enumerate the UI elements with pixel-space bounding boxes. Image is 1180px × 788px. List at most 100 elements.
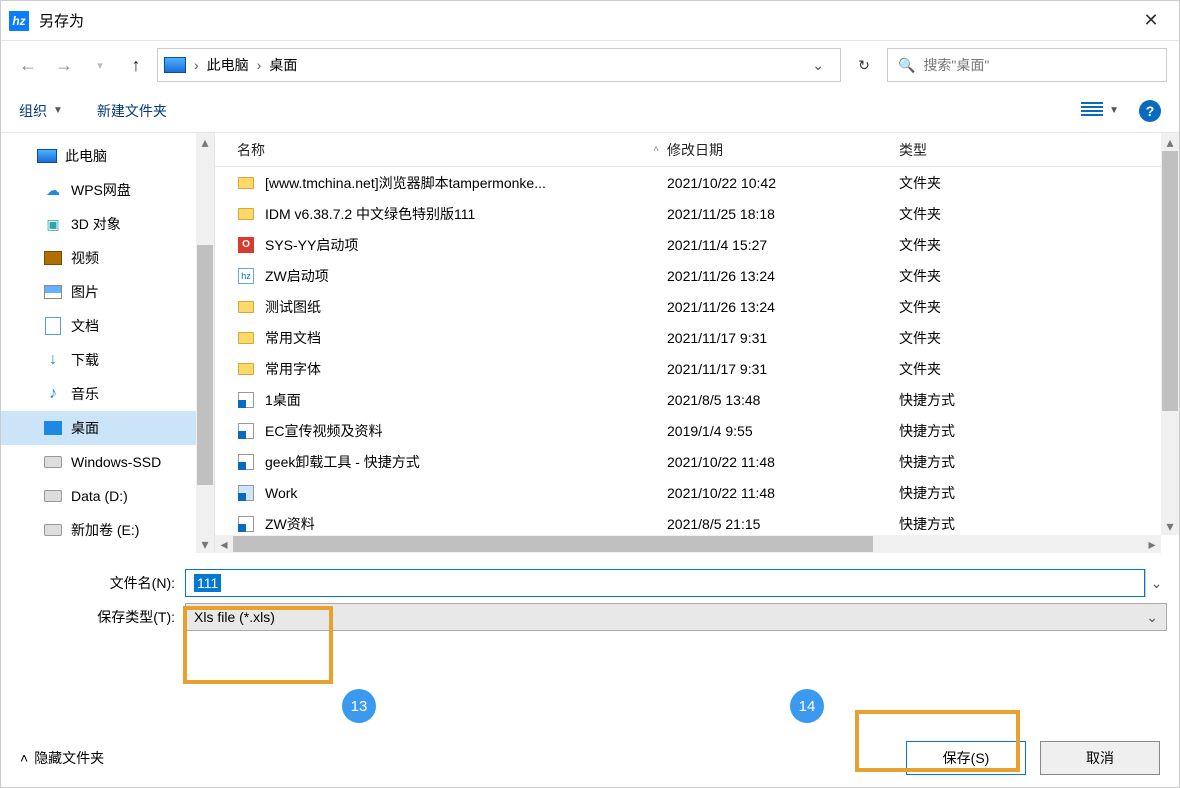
scroll-up-icon[interactable]: ▴ xyxy=(196,133,214,151)
organize-menu[interactable]: 组织 ▼ xyxy=(19,101,63,121)
file-row[interactable]: IDM v6.38.7.2 中文绿色特别版1112021/11/25 18:18… xyxy=(215,198,1179,229)
tree-item-wps[interactable]: ☁WPS网盘 xyxy=(1,173,196,207)
tree-item-doc[interactable]: 文档 xyxy=(1,309,196,343)
file-row[interactable]: hzZW启动项2021/11/26 13:24文件夹 xyxy=(215,260,1179,291)
file-row[interactable]: geek卸载工具 - 快捷方式 2021/10/22 11:48快捷方式 xyxy=(215,446,1179,477)
tree-item-music[interactable]: ♪音乐 xyxy=(1,377,196,411)
up-button[interactable]: ↑ xyxy=(121,50,151,80)
file-name: 测试图纸 xyxy=(265,297,321,317)
filename-dropdown-icon[interactable]: ⌄ xyxy=(1145,569,1167,597)
recent-dropdown-icon[interactable]: ▾ xyxy=(85,50,115,80)
file-scrollbar[interactable]: ▴ ▾ xyxy=(1161,133,1179,535)
sort-asc-icon: ˄ xyxy=(653,144,659,155)
file-type: 文件夹 xyxy=(899,266,1179,286)
file-row[interactable]: EC宣传视频及资料2019/1/4 9:55快捷方式 xyxy=(215,415,1179,446)
file-list: [www.tmchina.net]浏览器脚本tampermonke...2021… xyxy=(215,167,1179,535)
file-date: 2021/11/26 13:24 xyxy=(667,299,899,315)
hide-folders-label: 隐藏文件夹 xyxy=(34,748,104,768)
file-area: 名称 ˄ 修改日期 类型 [www.tmchina.net]浏览器脚本tampe… xyxy=(215,133,1179,553)
file-icon: O xyxy=(237,236,255,254)
crumb-desktop[interactable]: 桌面 xyxy=(269,55,297,75)
filetype-value: Xls file (*.xls) xyxy=(194,609,275,625)
file-row[interactable]: 常用文档2021/11/17 9:31文件夹 xyxy=(215,322,1179,353)
header-name[interactable]: 名称 ˄ xyxy=(237,140,667,160)
filetype-select[interactable]: Xls file (*.xls) ⌄ xyxy=(185,603,1167,631)
file-icon xyxy=(237,515,255,533)
file-row[interactable]: ZW资料2021/8/5 21:15快捷方式 xyxy=(215,508,1179,535)
filename-input[interactable]: 111 xyxy=(185,569,1145,597)
tree-item-pic[interactable]: 图片 xyxy=(1,275,196,309)
tree-item-label: 文档 xyxy=(71,316,99,336)
scroll-down-icon[interactable]: ▾ xyxy=(196,535,214,553)
cancel-button[interactable]: 取消 xyxy=(1040,741,1160,775)
tree-item-video[interactable]: 视频 xyxy=(1,241,196,275)
address-dropdown-icon[interactable]: ⌄ xyxy=(802,57,834,74)
list-view-icon xyxy=(1081,102,1103,120)
tree-item-label: 3D 对象 xyxy=(71,214,121,234)
address-bar[interactable]: › 此电脑 › 桌面 ⌄ xyxy=(157,48,841,82)
file-date: 2021/11/26 13:24 xyxy=(667,268,899,284)
scrollbar-thumb[interactable] xyxy=(233,536,873,552)
file-row[interactable]: 测试图纸2021/11/26 13:24文件夹 xyxy=(215,291,1179,322)
pc-icon xyxy=(37,149,57,163)
file-row[interactable]: 常用字体2021/11/17 9:31文件夹 xyxy=(215,353,1179,384)
back-button[interactable]: ← xyxy=(13,50,43,80)
file-row[interactable]: Work2021/10/22 11:48快捷方式 xyxy=(215,477,1179,508)
file-date: 2019/1/4 9:55 xyxy=(667,423,899,439)
view-options-button[interactable]: ▼ xyxy=(1081,102,1119,120)
file-row[interactable]: OSYS-YY启动项2021/11/4 15:27文件夹 xyxy=(215,229,1179,260)
tree-item-label: 音乐 xyxy=(71,384,99,404)
scroll-right-icon[interactable]: ▸ xyxy=(1143,535,1161,553)
tree-item-label: 图片 xyxy=(71,282,99,302)
file-name: geek卸载工具 - 快捷方式 xyxy=(265,452,420,472)
footer: ˄ 隐藏文件夹 保存(S) 取消 xyxy=(0,738,1180,778)
help-button[interactable]: ? xyxy=(1139,100,1161,122)
file-date: 2021/11/17 9:31 xyxy=(667,330,899,346)
toolbar: 组织 ▼ 新建文件夹 ▼ ? xyxy=(1,89,1179,133)
chevron-down-icon: ▼ xyxy=(1109,105,1119,116)
search-input[interactable]: 🔍 搜索"桌面" xyxy=(887,48,1167,82)
file-row[interactable]: [www.tmchina.net]浏览器脚本tampermonke...2021… xyxy=(215,167,1179,198)
tree-item-label: 新加卷 (E:) xyxy=(71,520,139,540)
tree-item-label: 此电脑 xyxy=(65,146,107,166)
file-icon xyxy=(237,484,255,502)
file-name: IDM v6.38.7.2 中文绿色特别版111 xyxy=(265,204,475,224)
horizontal-scrollbar[interactable]: ◂ ▸ xyxy=(215,535,1161,553)
scrollbar-thumb[interactable] xyxy=(197,245,213,485)
save-button[interactable]: 保存(S) xyxy=(906,741,1026,775)
tree-item-pc[interactable]: 此电脑 xyxy=(1,139,196,173)
tree-item-drive[interactable]: 新加卷 (E:) xyxy=(1,513,196,547)
file-type: 快捷方式 xyxy=(899,452,1179,472)
file-name: ZW启动项 xyxy=(265,266,329,286)
folder-tree: 此电脑 ☁WPS网盘▣3D 对象视频图片文档 ↓下载♪音乐桌面Windows-SSD… xyxy=(1,133,196,553)
pic-icon xyxy=(43,285,63,299)
close-button[interactable]: ✕ xyxy=(1131,6,1171,36)
tree-item-3d[interactable]: ▣3D 对象 xyxy=(1,207,196,241)
file-icon xyxy=(237,391,255,409)
new-folder-button[interactable]: 新建文件夹 xyxy=(97,101,167,121)
file-date: 2021/10/22 11:48 xyxy=(667,454,899,470)
hide-folders-toggle[interactable]: ˄ 隐藏文件夹 xyxy=(20,748,104,768)
tree-item-desk[interactable]: 桌面 xyxy=(1,411,196,445)
titlebar: hz 另存为 ✕ xyxy=(1,1,1179,41)
refresh-button[interactable]: ↻ xyxy=(847,48,881,82)
tree-item-drive[interactable]: Data (D:) xyxy=(1,479,196,513)
sidebar-scrollbar[interactable]: ▴ ▾ xyxy=(196,133,214,553)
header-date[interactable]: 修改日期 xyxy=(667,140,899,160)
header-type[interactable]: 类型 xyxy=(899,140,1179,160)
crumb-pc[interactable]: 此电脑 xyxy=(207,55,249,75)
scroll-down-icon[interactable]: ▾ xyxy=(1161,517,1179,535)
scrollbar-thumb[interactable] xyxy=(1162,151,1178,411)
app-icon: hz xyxy=(9,11,29,31)
scroll-left-icon[interactable]: ◂ xyxy=(215,535,233,553)
file-name: 常用文档 xyxy=(265,328,321,348)
scroll-up-icon[interactable]: ▴ xyxy=(1161,133,1179,151)
tree-item-dl[interactable]: ↓下载 xyxy=(1,343,196,377)
file-row[interactable]: 1桌面2021/8/5 13:48快捷方式 xyxy=(215,384,1179,415)
search-placeholder: 搜索"桌面" xyxy=(923,55,989,75)
file-date: 2021/8/5 21:15 xyxy=(667,516,899,532)
file-date: 2021/8/5 13:48 xyxy=(667,392,899,408)
save-label: 保存(S) xyxy=(943,748,990,768)
forward-button[interactable]: → xyxy=(49,50,79,80)
tree-item-drive[interactable]: Windows-SSD xyxy=(1,445,196,479)
